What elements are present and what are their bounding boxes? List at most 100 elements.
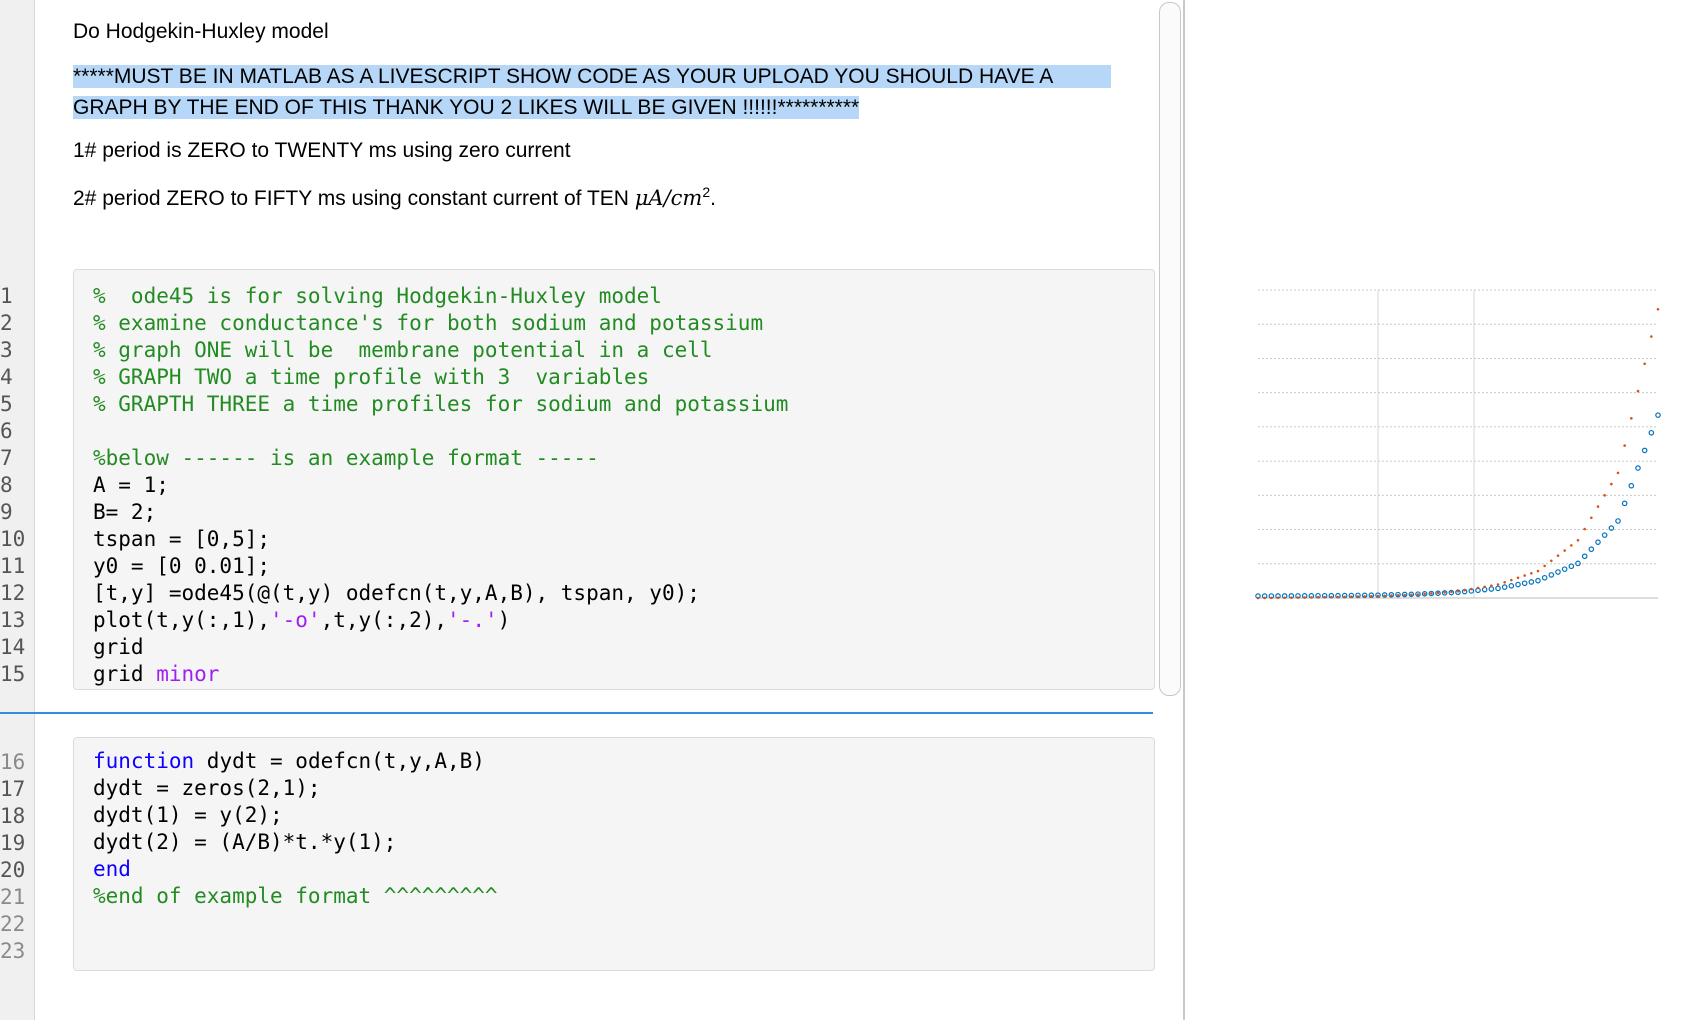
- series-2-point: [1303, 596, 1306, 599]
- series-2-point: [1483, 585, 1486, 589]
- series-1-point: [1601, 532, 1608, 538]
- series-2-point: [1643, 362, 1646, 366]
- series-2-point: [1616, 471, 1620, 475]
- code-line-18[interactable]: dydt(1) = y(2);: [93, 802, 283, 829]
- highlighted-instruction-line-2: GRAPH BY THE END OF THIS THANK YOU 2 LIK…: [73, 96, 860, 119]
- code-line-7[interactable]: %below ------ is an example format -----: [93, 445, 599, 472]
- line-number: 8: [0, 473, 13, 497]
- series-2-point: [1290, 596, 1293, 599]
- code-line-13[interactable]: plot(t,y(:,1),'-o',t,y(:,2),'-.'): [93, 607, 510, 634]
- line-number: 4: [0, 365, 13, 389]
- series-2-point: [1430, 592, 1433, 595]
- series-1-point: [1515, 581, 1521, 588]
- series-1-point: [1548, 572, 1555, 578]
- line-number: 3: [0, 338, 13, 362]
- series-1-point: [1521, 580, 1528, 587]
- series-2-point: [1356, 595, 1360, 598]
- series-2-point: [1350, 595, 1353, 599]
- code-line-19[interactable]: dydt(2) = (A/B)*t.*y(1);: [93, 829, 396, 856]
- series-2-point: [1403, 593, 1406, 597]
- series-2-point: [1436, 591, 1440, 595]
- line-number: 5: [0, 392, 13, 416]
- highlighted-instruction-line-1: *****MUST BE IN MATLAB AS A LIVESCRIPT S…: [73, 65, 1112, 89]
- problem-title: Do Hodgekin-Huxley model: [73, 20, 329, 43]
- series-2-point: [1263, 596, 1266, 600]
- series-2-point: [1550, 559, 1553, 563]
- series-2-point: [1623, 444, 1626, 447]
- series-1-point: [1581, 553, 1588, 560]
- code-line-14[interactable]: grid: [93, 634, 144, 661]
- series-1-point: [1541, 574, 1548, 581]
- pane-divider[interactable]: [1183, 0, 1185, 1020]
- series-2-point: [1323, 595, 1326, 599]
- code-line-21[interactable]: %end of example format ^^^^^^^^^: [93, 883, 498, 910]
- code-line-16[interactable]: function dydt = odefcn(t,y,A,B): [93, 748, 485, 775]
- code-line-4[interactable]: % GRAPH TWO a time profile with 3 variab…: [93, 364, 649, 391]
- series-1-point: [1641, 447, 1648, 454]
- series-2-point: [1330, 595, 1333, 599]
- line-number: 7: [0, 446, 13, 470]
- series-2-point: [1296, 596, 1300, 599]
- code-block-function[interactable]: function dydt = odefcn(t,y,A,B) dydt = z…: [73, 737, 1155, 971]
- series-2-point: [1376, 594, 1380, 598]
- series-1-point: [1481, 586, 1488, 593]
- code-line-15[interactable]: grid minor: [93, 661, 219, 688]
- series-2-point: [1636, 389, 1640, 393]
- output-pane: [1186, 0, 1692, 1020]
- series-2-point: [1450, 590, 1453, 594]
- series-1-point: [1648, 429, 1655, 436]
- series-1-point: [1635, 465, 1641, 471]
- code-line-17[interactable]: dydt = zeros(2,1);: [93, 775, 321, 802]
- series-2-point: [1270, 596, 1273, 600]
- code-line-20[interactable]: end: [93, 856, 131, 883]
- output-plot[interactable]: [1186, 0, 1692, 1020]
- series-2-point: [1423, 592, 1426, 596]
- series-2-point: [1310, 596, 1313, 599]
- series-2-point: [1610, 482, 1613, 486]
- series-2-point: [1603, 494, 1606, 497]
- code-line-1[interactable]: % ode45 is for solving Hodgekin-Huxley m…: [93, 283, 662, 310]
- line-number: 14: [0, 635, 26, 659]
- code-line-12[interactable]: [t,y] =ode45(@(t,y) odefcn(t,y,A,B), tsp…: [93, 580, 700, 607]
- code-line-10[interactable]: tspan = [0,5];: [93, 526, 270, 553]
- line-number: 18: [0, 804, 26, 828]
- series-2-point: [1383, 594, 1386, 598]
- series-2-point: [1463, 588, 1466, 592]
- series-2-point: [1410, 593, 1413, 597]
- series-1-point: [1595, 539, 1601, 545]
- series-2-point: [1510, 578, 1513, 582]
- code-line-9[interactable]: B= 2;: [93, 499, 156, 526]
- series-1-point: [1628, 482, 1635, 489]
- series-2-point: [1583, 527, 1586, 531]
- series-2-point: [1276, 596, 1280, 600]
- code-line-8[interactable]: A = 1;: [93, 472, 169, 499]
- line-number: 23: [0, 939, 26, 963]
- line-number: 1: [0, 284, 13, 308]
- line-number: 10: [0, 527, 26, 551]
- series-2-point: [1456, 589, 1460, 593]
- series-2-point: [1596, 505, 1600, 508]
- series-2-point: [1536, 569, 1540, 573]
- code-line-2[interactable]: % examine conductance's for both sodium …: [93, 310, 763, 337]
- series-1-point: [1555, 569, 1561, 575]
- line-number: 6: [0, 419, 13, 443]
- code-line-5[interactable]: % GRAPTH THREE a time profiles for sodiu…: [93, 391, 788, 418]
- series-1-point: [1535, 577, 1541, 584]
- series-1-point: [1561, 566, 1568, 572]
- line-number: 17: [0, 777, 26, 801]
- series-1-point: [1615, 518, 1621, 524]
- series-2-point: [1543, 564, 1546, 568]
- series-2-point: [1650, 335, 1653, 338]
- code-block-main[interactable]: % ode45 is for solving Hodgekin-Huxley m…: [73, 269, 1155, 690]
- series-2-point: [1556, 554, 1560, 557]
- code-line-11[interactable]: y0 = [0 0.01];: [93, 553, 270, 580]
- editor-scrollbar[interactable]: [1159, 2, 1181, 696]
- code-line-3[interactable]: % graph ONE will be membrane potential i…: [93, 337, 713, 364]
- series-2-point: [1256, 596, 1260, 600]
- series-1-point: [1488, 586, 1495, 592]
- series-2-point: [1316, 596, 1320, 599]
- series-2-point: [1443, 591, 1446, 594]
- line-number: 13: [0, 608, 26, 632]
- series-2-point: [1530, 571, 1533, 575]
- section-break-line: [0, 712, 1153, 714]
